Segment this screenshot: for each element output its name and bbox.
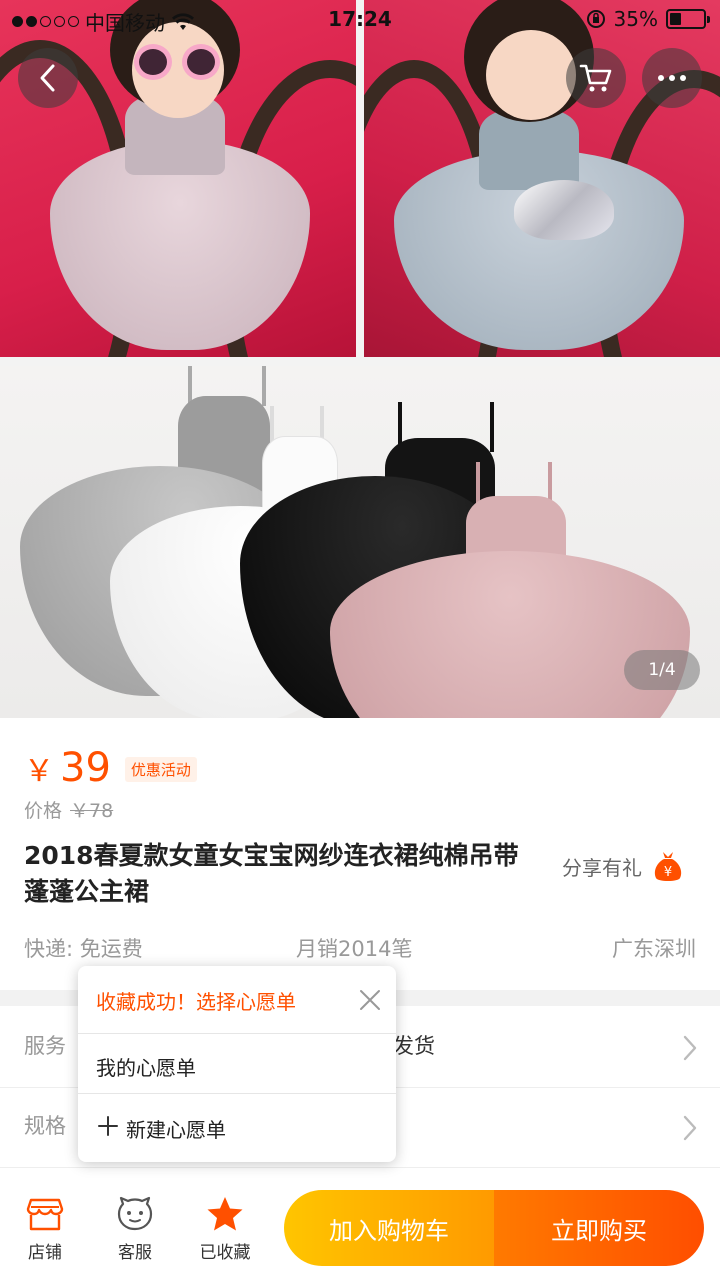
promo-tag[interactable]: 优惠活动 (124, 757, 197, 782)
product-image-gallery[interactable]: 1/4 (0, 0, 720, 718)
current-price: 39 (60, 745, 111, 791)
monthly-sales: 月销2014笔 (296, 937, 413, 961)
star-icon (207, 1197, 243, 1231)
ship-from-location: 广东深圳 (612, 937, 696, 961)
close-icon[interactable] (358, 988, 382, 1012)
shipping-info-row: 快递: 免运费 月销2014笔 广东深圳 (24, 933, 696, 965)
original-price: ￥78 (70, 800, 114, 822)
wishlist-popup-header: 收藏成功！选择心愿单 (78, 966, 396, 1034)
gallery-page-indicator: 1/4 (624, 650, 700, 690)
spec-label: 规格 (24, 1114, 66, 1138)
bottom-action-bar: 店铺 客服 已收藏 加入购物车 立即购买 (0, 1180, 720, 1280)
more-icon (658, 75, 686, 81)
shop-tab-label: 店铺 (28, 1243, 62, 1263)
service-tab[interactable]: 客服 (100, 1194, 170, 1263)
my-wishlist-label: 我的心愿单 (96, 1056, 196, 1080)
my-wishlist-option[interactable]: 我的心愿单 (78, 1034, 396, 1094)
battery-icon (666, 9, 710, 29)
status-bar: 中国移动 17:24 35% (0, 0, 720, 40)
product-photo-dress-flatlay (0, 366, 720, 718)
share-button[interactable]: 分享有礼 ¥ (562, 848, 684, 884)
wishlist-popup-title: 收藏成功！选择心愿单 (96, 990, 296, 1014)
buy-now-button[interactable]: 立即购买 (494, 1190, 704, 1266)
money-bag-icon: ¥ (654, 852, 682, 881)
plus-icon (98, 1116, 118, 1136)
price-row: ￥ 39 优惠活动 (24, 742, 197, 794)
original-price-row: 价格 ￥78 (24, 796, 113, 823)
cart-icon (579, 64, 612, 92)
service-tab-label: 客服 (118, 1243, 152, 1263)
services-label: 服务 (24, 1034, 66, 1058)
product-title: 2018春夏款女童女宝宝网纱连衣裙纯棉吊带蓬蓬公主裙 (24, 841, 519, 906)
shop-icon (26, 1198, 64, 1231)
add-to-cart-button[interactable]: 加入购物车 (284, 1190, 494, 1266)
battery-percent: 35% (613, 7, 658, 31)
original-price-label: 价格 (24, 800, 63, 822)
chevron-right-icon (683, 1115, 697, 1141)
favorite-tab[interactable]: 已收藏 (190, 1194, 260, 1263)
wishlist-popup: 收藏成功！选择心愿单 我的心愿单 新建心愿单 (78, 966, 396, 1162)
cart-button[interactable] (566, 48, 626, 108)
favorite-tab-label: 已收藏 (199, 1243, 251, 1263)
orientation-lock-icon (586, 10, 605, 28)
more-button[interactable] (642, 48, 702, 108)
back-icon (40, 64, 55, 92)
new-wishlist-option[interactable]: 新建心愿单 (78, 1096, 396, 1156)
back-button[interactable] (18, 48, 78, 108)
chevron-right-icon (683, 1035, 697, 1061)
svg-text:¥: ¥ (664, 865, 672, 880)
price-currency: ￥ (24, 754, 54, 789)
service-icon (117, 1196, 153, 1231)
new-wishlist-label: 新建心愿单 (126, 1118, 226, 1142)
shop-tab[interactable]: 店铺 (10, 1194, 80, 1263)
delivery-fee: 快递: 免运费 (24, 937, 143, 961)
share-label: 分享有礼 (562, 855, 642, 880)
